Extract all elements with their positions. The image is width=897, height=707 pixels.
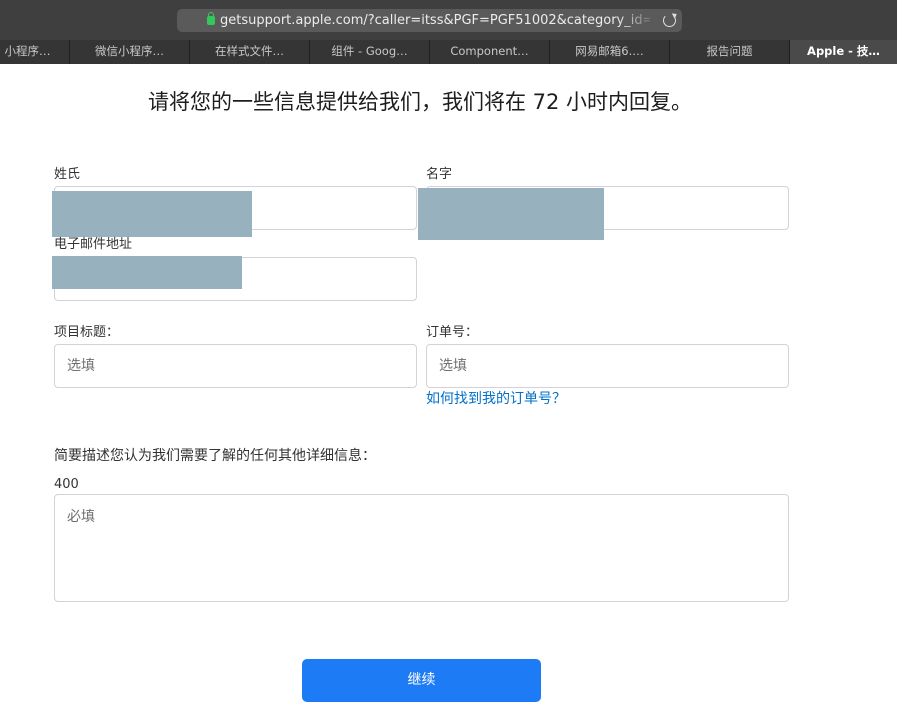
tab-component[interactable]: Component… (430, 40, 550, 64)
redacted-last-name (52, 191, 252, 237)
tab-label: Apple - 技… (807, 44, 880, 58)
url-text[interactable]: getsupport.apple.com/?caller=itss&PGF=PG… (220, 12, 650, 29)
tab-label: Component… (450, 44, 529, 58)
tab-wechat-mini-program[interactable]: 微信小程序… (70, 40, 190, 64)
order-number-field[interactable] (426, 344, 789, 388)
tab-bar: 小程序… 微信小程序… 在样式文件… 组件 - Goog… Component…… (0, 40, 897, 64)
tab-style-file[interactable]: 在样式文件… (190, 40, 310, 64)
subject-label: 项目标题： (54, 325, 120, 340)
tab-components-google[interactable]: 组件 - Goog… (310, 40, 430, 64)
description-textarea[interactable] (54, 494, 789, 602)
order-number-help-link[interactable]: 如何找到我的订单号？ (426, 390, 566, 408)
page-title: 请将您的一些信息提供给我们，我们将在 72 小时内回复。 (147, 90, 693, 114)
redacted-first-name (418, 188, 604, 240)
tab-label: 微信小程序… (95, 44, 164, 58)
url-fade (617, 9, 657, 32)
subject-field[interactable] (54, 344, 417, 388)
tab-label: 报告问题 (706, 44, 753, 58)
tab-netease-mail[interactable]: 网易邮箱6.… (550, 40, 670, 64)
tab-report-issue[interactable]: 报告问题 (670, 40, 790, 64)
tab-apple-support[interactable]: Apple - 技… (790, 40, 897, 64)
browser-chrome: getsupport.apple.com/?caller=itss&PGF=PG… (0, 0, 897, 64)
first-name-label: 名字 (426, 167, 453, 182)
order-number-label: 订单号： (426, 325, 479, 340)
email-label: 电子邮件地址 (54, 237, 133, 252)
reload-icon[interactable] (663, 14, 676, 27)
lock-icon (207, 12, 215, 25)
tab-label: 在样式文件… (215, 44, 284, 58)
tab-label: 网易邮箱6.… (575, 44, 644, 58)
last-name-label: 姓氏 (54, 167, 81, 182)
redacted-email (52, 256, 242, 289)
tab-label: 组件 - Goog… (331, 44, 408, 58)
description-label: 简要描述您认为我们需要了解的任何其他详细信息： (54, 448, 376, 464)
tab-label: 小程序… (4, 44, 51, 58)
continue-button[interactable]: 继续 (302, 659, 541, 702)
character-counter: 400 (54, 477, 79, 492)
address-bar[interactable]: getsupport.apple.com/?caller=itss&PGF=PG… (177, 9, 682, 32)
tab-mini-program[interactable]: 小程序… (0, 40, 70, 64)
toolbar: getsupport.apple.com/?caller=itss&PGF=PG… (0, 0, 897, 40)
